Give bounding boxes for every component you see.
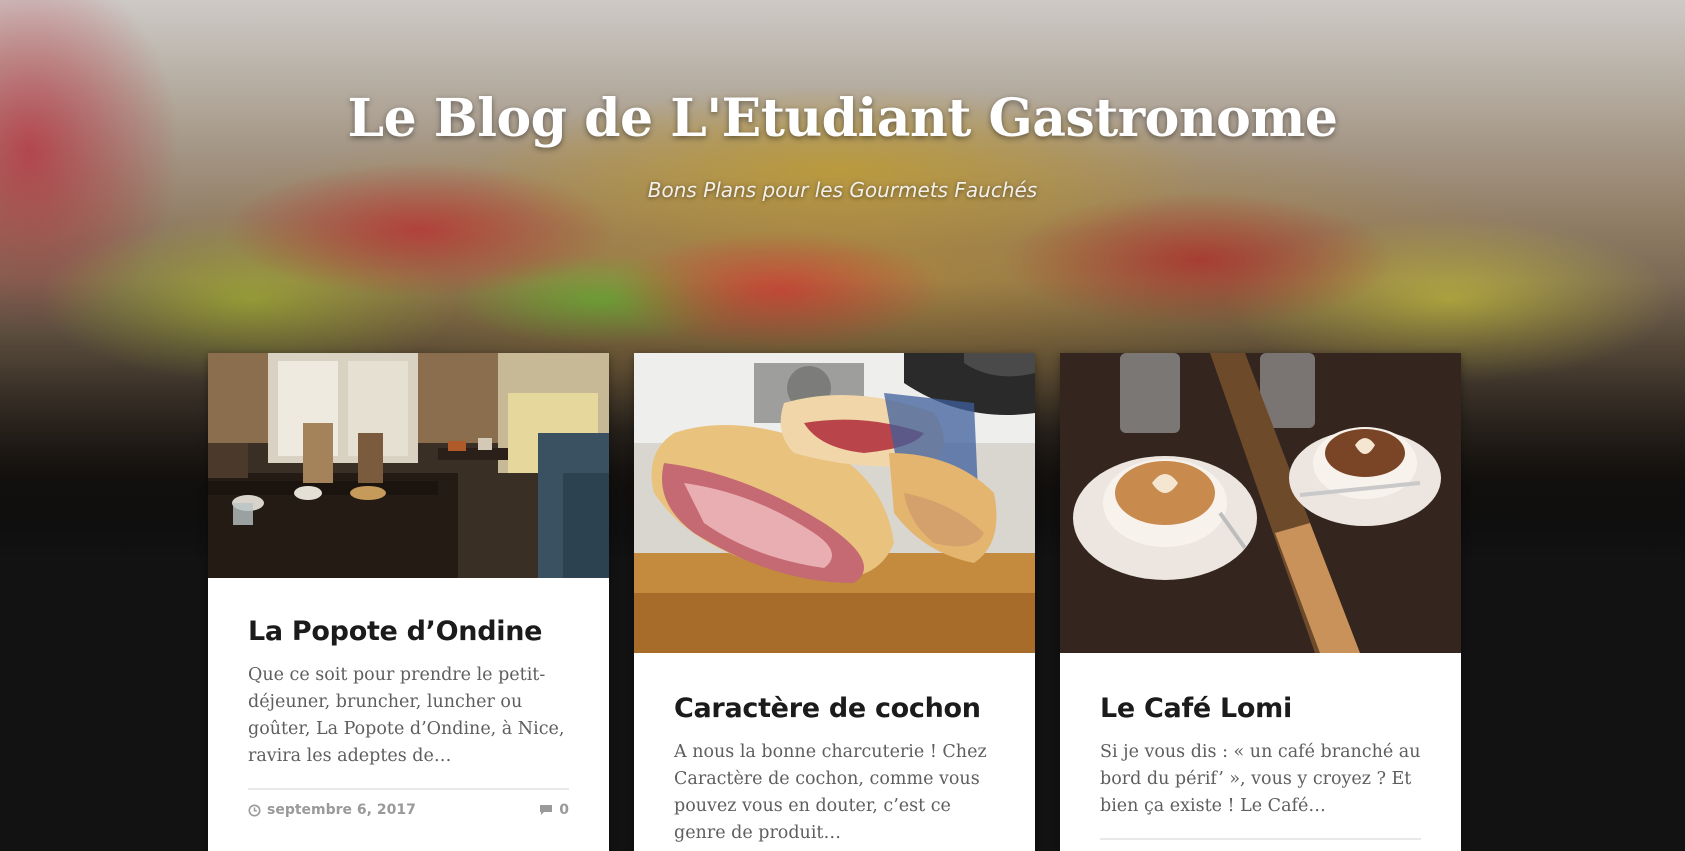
post-date[interactable]: septembre 6, 2017 [248,802,416,818]
post-card-body: Caractère de cochon A nous la bonne char… [634,653,1035,847]
post-card: La Popote d’Ondine Que ce soit pour pren… [208,353,609,851]
page: Le Blog de L'Etudiant Gastronome Bons Pl… [0,0,1685,851]
restaurant-interior-photo [208,353,609,578]
post-card-body: Le Café Lomi Si je vous dis : « un café … [1060,653,1461,841]
post-comments-count: 0 [559,802,569,819]
post-excerpt: Si je vous dis : « un café branché au bo… [1100,742,1421,817]
post-title[interactable]: La Popote d’Ondine [248,616,569,648]
post-thumbnail[interactable] [208,353,609,578]
post-card: Le Café Lomi Si je vous dis : « un café … [1060,353,1461,851]
divider [248,788,569,791]
post-title[interactable]: Caractère de cochon [674,693,995,725]
clock-icon [248,804,261,817]
divider [1100,838,1421,841]
post-meta: septembre 6, 2017 0 [248,802,569,818]
site-tagline: Bons Plans pour les Gourmets Fauchés [647,178,1038,202]
post-excerpt: A nous la bonne charcuterie ! Chez Carac… [674,742,987,844]
ham-sandwich-photo [634,353,1035,653]
post-card-body: La Popote d’Ondine Que ce soit pour pren… [208,578,609,818]
post-comments-link[interactable]: 0 [539,802,569,818]
post-excerpt: Que ce soit pour prendre le petit-déjeun… [248,665,565,767]
post-title[interactable]: Le Café Lomi [1100,693,1421,725]
post-thumbnail[interactable] [634,353,1035,653]
site-title[interactable]: Le Blog de L'Etudiant Gastronome [0,88,1685,149]
comment-bubble-icon [540,805,553,816]
latte-art-cups-photo [1060,353,1461,653]
post-card: Caractère de cochon A nous la bonne char… [634,353,1035,851]
post-date-text: septembre 6, 2017 [267,802,416,819]
post-thumbnail[interactable] [1060,353,1461,653]
